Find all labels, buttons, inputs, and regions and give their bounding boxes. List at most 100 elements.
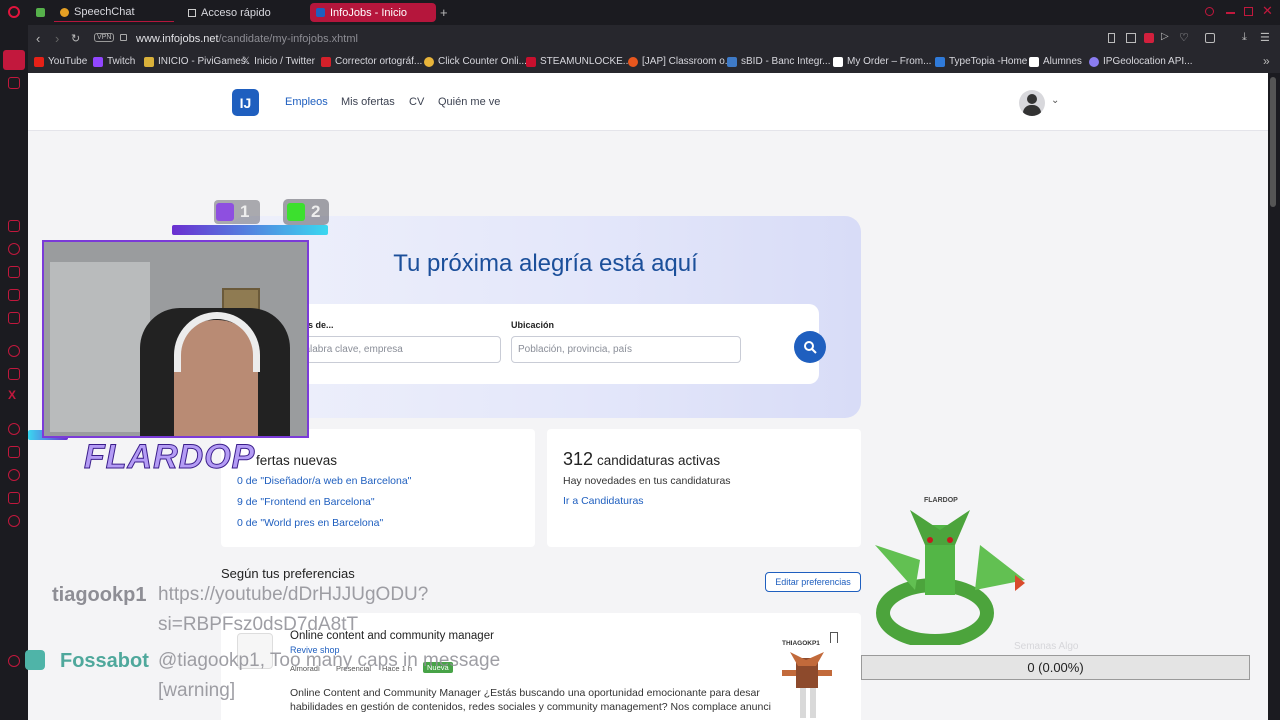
minimize-button[interactable] (1226, 12, 1235, 14)
twitch-icon (93, 56, 103, 67)
infojobs-favicon-icon (316, 8, 325, 17)
bookmark-click-counter[interactable]: Click Counter Onli... (424, 56, 527, 67)
new-offers-card: fertas nuevas 0 de "Diseñador/a web en B… (221, 429, 535, 547)
chatgpt-icon[interactable] (8, 266, 20, 278)
more-bookmarks-icon[interactable]: » (1263, 54, 1270, 68)
user-menu[interactable]: ⌄ (1019, 90, 1063, 116)
heart-icon[interactable]: ♡ (1179, 31, 1189, 44)
bookmark-job-icon[interactable] (830, 632, 838, 643)
easy-setup-icon[interactable]: ☰ (1260, 31, 1270, 44)
player-icon[interactable]: ▷ (1161, 31, 1169, 42)
location-input[interactable]: Población, provincia, país (511, 336, 741, 363)
chevron-down-icon: ⌄ (1051, 95, 1060, 106)
wallet-icon[interactable] (8, 446, 20, 458)
x-sidebar-icon[interactable]: X (8, 388, 16, 402)
workspace-icon[interactable] (36, 8, 45, 17)
where-label: Ubicación (511, 320, 555, 330)
search-tabs-icon[interactable] (1205, 7, 1214, 16)
bookmark-label: Click Counter Onli... (438, 56, 527, 67)
back-icon[interactable]: ‹ (36, 31, 40, 46)
bookmark-youtube[interactable]: YouTube (34, 56, 87, 67)
extensions-icon[interactable] (1205, 33, 1215, 43)
close-button[interactable]: ✕ (1262, 3, 1273, 19)
tab-acceso-rapido[interactable]: Acceso rápido (182, 3, 302, 22)
offer-alert-link[interactable]: 0 de "World pres en Barcelona" (237, 517, 383, 529)
messenger-icon[interactable] (8, 289, 20, 301)
bookmark-add-icon[interactable] (1108, 33, 1115, 43)
sbid-icon (727, 56, 737, 67)
chat-message: si=RBPFsz0dsD7dA8tT (158, 614, 359, 635)
youtube-icon (34, 56, 44, 67)
bookmark-twitter[interactable]: 𝕏 Inicio / Twitter (242, 56, 315, 67)
edit-preferences-button[interactable]: Editar preferencias (765, 572, 861, 592)
bookmark-label: STEAMUNLOCKE... (540, 56, 632, 67)
adblock-icon[interactable] (1144, 33, 1154, 43)
tab-label: InfoJobs - Inicio (330, 6, 408, 19)
preferences-title: Según tus preferencias (221, 566, 355, 581)
bookmark-corrector[interactable]: Corrector ortográf... (321, 56, 422, 67)
bookmark-steamunlocked[interactable]: STEAMUNLOCKE... (526, 56, 631, 67)
reload-icon[interactable]: ↻ (71, 32, 80, 45)
tab-infojobs[interactable]: InfoJobs - Inicio (310, 3, 436, 22)
search-button[interactable] (794, 331, 826, 363)
applications-card: 312 candidaturas activas Hay novedades e… (547, 429, 861, 547)
grid-icon (188, 8, 196, 17)
offer-alert-link[interactable]: 0 de "Diseñador/a web en Barcelona" (237, 475, 411, 487)
bookmark-label: IPGeolocation API... (1103, 56, 1193, 67)
tab-speechchat[interactable]: SpeechChat (54, 3, 174, 22)
nav-quien-me-ve[interactable]: Quién me ve (438, 96, 500, 108)
music-icon[interactable] (8, 423, 20, 435)
new-tab-button[interactable]: + (440, 5, 448, 20)
classroom-icon (628, 56, 638, 67)
typetopia-icon (935, 56, 945, 67)
more-icon[interactable] (8, 655, 20, 667)
bookmark-label: sBID - Banc Integr... (741, 56, 831, 67)
vpn-badge[interactable]: VPN (94, 33, 115, 42)
click-counter-icon (424, 56, 434, 67)
scrollbar-thumb[interactable] (1270, 77, 1276, 207)
bookmark-twitch[interactable]: Twitch (93, 56, 135, 67)
opera-menu-icon[interactable] (8, 6, 20, 18)
pinboard-icon[interactable] (8, 492, 20, 504)
url-path: /candidate/my-infojobs.xhtml (218, 33, 358, 45)
nav-cv[interactable]: CV (409, 96, 424, 108)
home-icon[interactable] (3, 50, 25, 70)
twitch-viewers: 1 (214, 200, 260, 224)
applications-subtitle: Hay novedades en tus candidaturas (563, 475, 731, 487)
search-icon (804, 341, 817, 354)
twitch-sidebar-icon[interactable] (8, 368, 20, 380)
site-header: IJ Empleos Mis ofertas CV Quién me ve ⌄ (28, 73, 1268, 131)
bookmark-pivigames[interactable]: INICIO - PiviGames (144, 56, 246, 67)
aria-icon[interactable] (8, 220, 20, 232)
chat-message: @tiagookp1, Too many caps in message (158, 650, 501, 671)
maximize-button[interactable] (1244, 7, 1253, 16)
applications-link[interactable]: Ir a Candidaturas (563, 495, 644, 507)
history-icon[interactable] (8, 243, 20, 255)
bookmark-label: YouTube (48, 56, 88, 67)
download-icon[interactable]: ⤓ (1242, 31, 1247, 44)
bookmark-my-order[interactable]: My Order – From... (833, 56, 931, 67)
browser-sidebar: X (0, 25, 28, 720)
clock-icon[interactable] (8, 469, 20, 481)
settings-icon[interactable] (8, 515, 20, 527)
bookmark-classroom[interactable]: [JAP] Classroom o... (628, 56, 733, 67)
goal-meter-value: 0 (0.00%) (1027, 660, 1084, 675)
tinder-icon[interactable] (8, 345, 20, 357)
nav-mis-ofertas[interactable]: Mis ofertas (341, 96, 395, 108)
hero-title: Tu próxima alegría está aquí (393, 250, 698, 277)
speed-dial-icon[interactable] (8, 77, 20, 89)
mail-icon[interactable] (8, 312, 20, 324)
bot-icon (25, 650, 45, 670)
nav-empleos[interactable]: Empleos (285, 96, 328, 108)
bookmark-alumnes[interactable]: Alumnes (1029, 56, 1082, 67)
page-scrollbar[interactable] (1268, 73, 1280, 720)
infojobs-logo[interactable]: IJ (232, 89, 259, 116)
bookmark-typetopia[interactable]: TypeTopia -Home (935, 56, 1027, 67)
bookmark-ipgeolocation[interactable]: IPGeolocation API... (1089, 56, 1193, 67)
bookmarks-bar: YouTube Twitch INICIO - PiviGames 𝕏 Inici… (28, 53, 1280, 73)
snapshot-icon[interactable] (1126, 33, 1136, 43)
url-field[interactable]: www.infojobs.net/candidate/my-infojobs.x… (136, 33, 358, 45)
forward-icon[interactable]: › (55, 31, 59, 46)
bookmark-sbid[interactable]: sBID - Banc Integr... (727, 56, 830, 67)
offer-alert-link[interactable]: 9 de "Frontend en Barcelona" (237, 496, 375, 508)
